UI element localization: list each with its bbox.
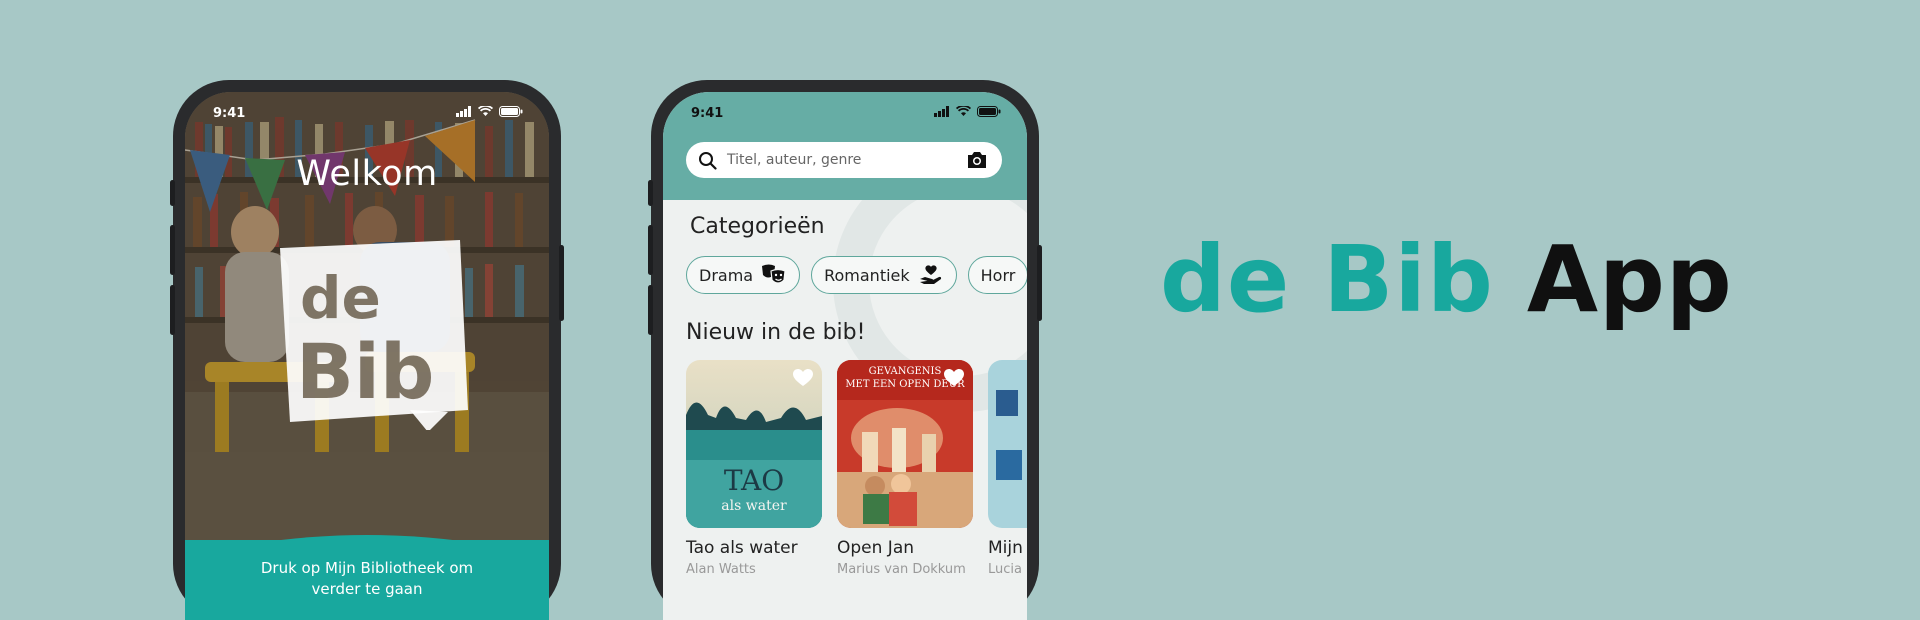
cover-title: TAO (724, 464, 784, 497)
camera-icon[interactable] (966, 151, 988, 169)
brand-name: de Bib (1160, 226, 1494, 333)
book-cover[interactable] (988, 360, 1027, 528)
favorite-heart-icon[interactable] (793, 369, 813, 387)
book-author: Marius van Dokkum (837, 562, 966, 577)
status-bar: 9:41 (663, 92, 1027, 136)
book-title: Open Jan (837, 538, 915, 558)
status-icons (934, 106, 1001, 117)
my-library-button[interactable]: Druk op Mijn Bibliotheek om verder te ga… (185, 540, 549, 620)
book-card[interactable]: GEVANGENIS MET EEN OPEN DEUR Open Jan Ma… (837, 360, 973, 577)
status-bar: 9:41 (185, 92, 549, 136)
book-card[interactable]: Mijn Lucia (988, 360, 1027, 577)
battery-icon (977, 106, 1001, 117)
search-icon[interactable] (698, 151, 717, 170)
brand-suffix: App (1526, 226, 1733, 333)
category-drama[interactable]: Drama (686, 256, 801, 294)
book-title: Tao als water (686, 538, 798, 558)
signal-icon (934, 106, 949, 117)
power-button (1037, 245, 1042, 321)
signal-icon (456, 106, 471, 117)
cover-title: GEVANGENIS (869, 366, 942, 377)
category-label: Horr (980, 265, 1016, 285)
battery-icon (499, 106, 523, 117)
favorite-heart-icon[interactable] (944, 369, 964, 387)
home-screen: 9:41 Titel, auteur, genre Categorieën Dr… (663, 92, 1027, 620)
phone-home: 9:41 Titel, auteur, genre Categorieën Dr… (648, 80, 1042, 620)
status-time: 9:41 (213, 106, 246, 121)
wifi-icon (956, 106, 971, 116)
theater-masks-icon (762, 264, 786, 284)
volume-down-button (170, 285, 175, 335)
mute-switch (170, 180, 175, 206)
heart-hand-icon (919, 265, 941, 284)
category-label: Drama (699, 265, 754, 285)
book-author: Alan Watts (686, 562, 756, 577)
category-romantiek[interactable]: Romantiek (811, 256, 957, 294)
category-horror[interactable]: Horr (967, 256, 1027, 294)
status-time: 9:41 (691, 106, 724, 121)
svg-text:de: de (300, 264, 381, 332)
book-title: Mijn (988, 538, 1023, 558)
book-card[interactable]: TAO als water Tao als water Alan Watts (686, 360, 822, 577)
volume-up-button (170, 225, 175, 275)
book-author: Lucia (988, 562, 1022, 577)
third-cover-art (988, 360, 1027, 528)
volume-up-button (648, 225, 653, 275)
mute-switch (648, 180, 653, 206)
book-cover[interactable]: GEVANGENIS MET EEN OPEN DEUR (837, 360, 973, 528)
category-label: Romantiek (824, 265, 910, 285)
book-list: TAO als water Tao als water Alan Watts G… (686, 360, 1027, 577)
status-icons (456, 106, 523, 117)
volume-down-button (648, 285, 653, 335)
cover-subtitle: als water (721, 498, 787, 514)
svg-text:Bib: Bib (296, 327, 434, 416)
search-bar[interactable]: Titel, auteur, genre (686, 142, 1002, 178)
app-brand-title: de Bib App (1160, 226, 1733, 333)
wifi-icon (478, 106, 493, 116)
book-cover[interactable]: TAO als water (686, 360, 822, 528)
welcome-screen: 9:41 Welkom de Bib Druk op Mijn Biblioth… (185, 92, 549, 620)
categories-title: Categorieën (690, 214, 825, 239)
phone-welcome: 9:41 Welkom de Bib Druk op Mijn Biblioth… (170, 80, 564, 620)
footer-text: Druk op Mijn Bibliotheek om verder te ga… (260, 559, 474, 598)
power-button (559, 245, 564, 321)
de-bib-logo: de Bib (280, 240, 468, 430)
welcome-title: Welkom (296, 154, 438, 194)
new-books-title: Nieuw in de bib! (686, 320, 866, 345)
search-input[interactable]: Titel, auteur, genre (727, 152, 966, 168)
category-list: Drama Romantiek Horr (686, 256, 1027, 294)
